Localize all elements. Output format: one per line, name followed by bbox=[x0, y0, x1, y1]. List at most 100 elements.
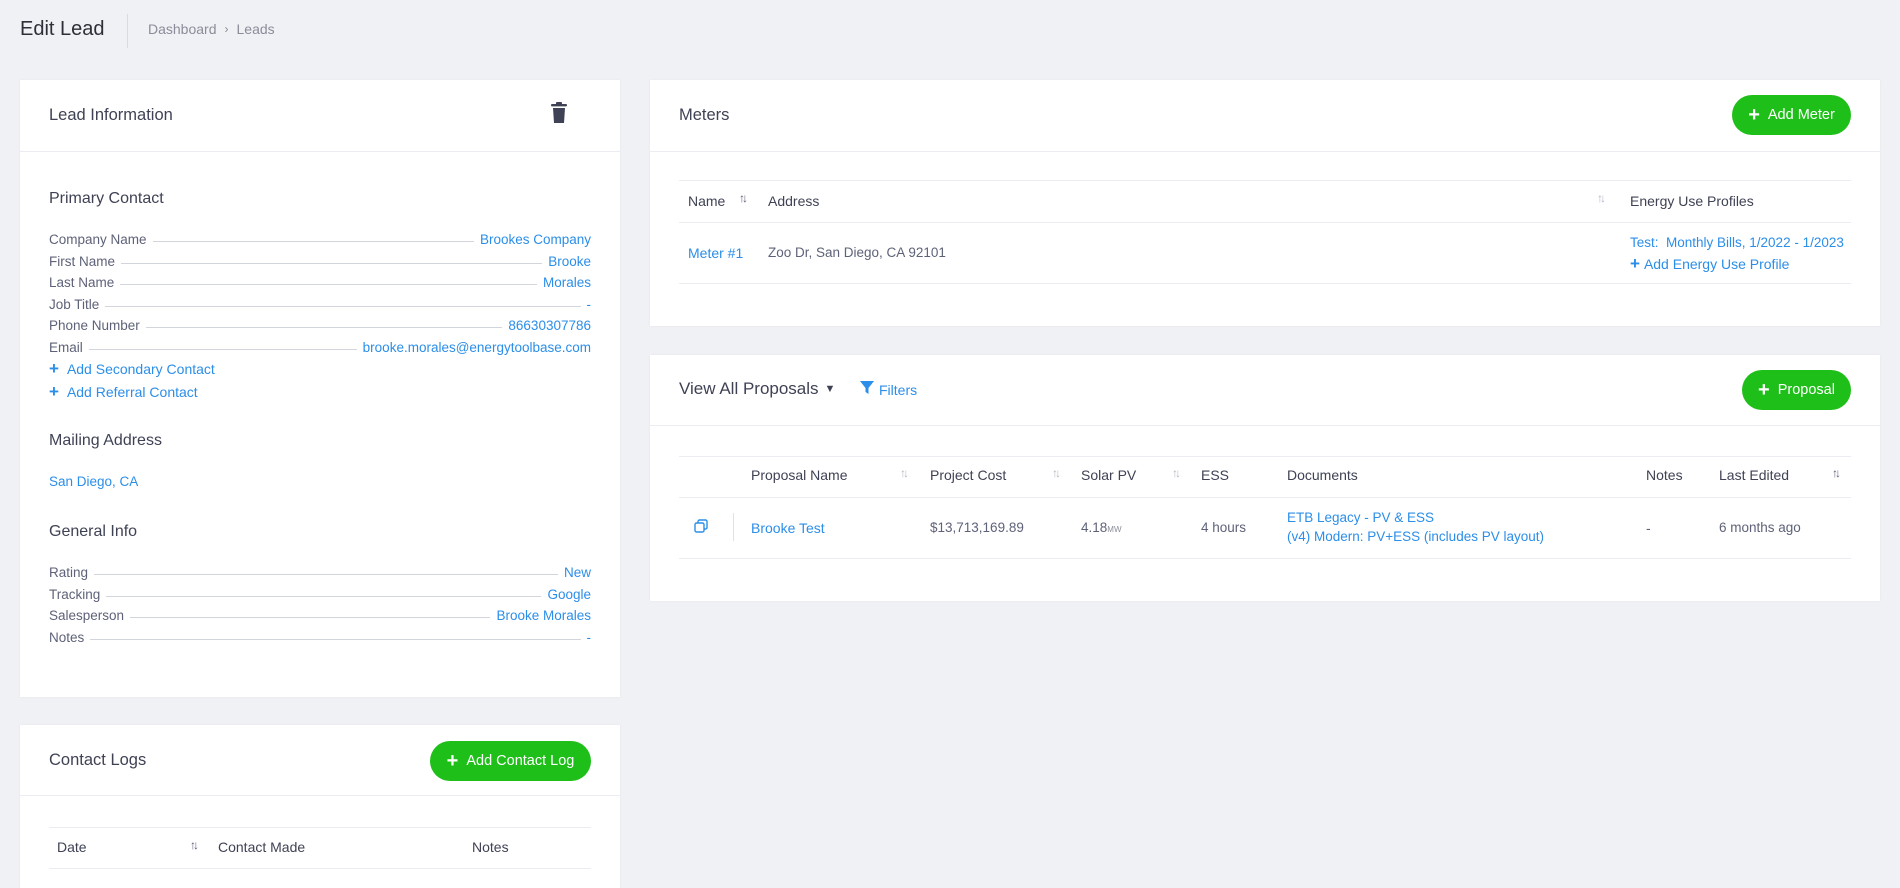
field-notes: Notes - bbox=[49, 628, 591, 646]
column-name[interactable]: Name bbox=[688, 193, 725, 209]
document-link[interactable]: ETB Legacy - PV & ESS bbox=[1287, 510, 1434, 525]
contact-logs-header: Contact Logs + Add Contact Log bbox=[20, 725, 620, 796]
field-label: First Name bbox=[49, 253, 116, 269]
field-email: Email brooke.morales@energytoolbase.com bbox=[49, 338, 591, 356]
proposal-solar-pv: 4.18MW bbox=[1081, 520, 1122, 535]
proposal-notes: - bbox=[1646, 520, 1651, 536]
title-divider bbox=[127, 14, 128, 48]
field-first-name: First Name Brooke bbox=[49, 252, 591, 270]
filters-button[interactable]: Filters bbox=[860, 381, 917, 398]
breadcrumb-dashboard[interactable]: Dashboard bbox=[148, 21, 217, 37]
column-notes: Notes bbox=[472, 839, 509, 855]
breadcrumb-leads[interactable]: Leads bbox=[237, 21, 275, 37]
add-referral-contact-link[interactable]: + Add Referral Contact bbox=[49, 382, 198, 402]
column-solar-pv[interactable]: Solar PV bbox=[1081, 467, 1136, 483]
view-all-proposals-dropdown[interactable]: View All Proposals ▼ bbox=[679, 379, 835, 399]
sort-icon[interactable]: ↑↓ bbox=[739, 191, 748, 205]
row-divider bbox=[733, 513, 734, 541]
meters-card: Meters + Add Meter Name ↑↓ Address ↑↓ Ene… bbox=[650, 80, 1880, 326]
column-last-edited[interactable]: Last Edited bbox=[1719, 467, 1789, 483]
add-contact-log-button[interactable]: + Add Contact Log bbox=[430, 741, 591, 781]
field-label: Rating bbox=[49, 564, 89, 580]
general-info-title: General Info bbox=[49, 523, 138, 540]
caret-down-icon: ▼ bbox=[824, 383, 836, 395]
page-title: Edit Lead bbox=[20, 18, 105, 40]
add-secondary-contact-link[interactable]: + Add Secondary Contact bbox=[49, 359, 215, 379]
meters-header: Meters + Add Meter bbox=[650, 80, 1880, 152]
field-company-name: Company Name Brookes Company bbox=[49, 230, 591, 248]
field-phone-number: Phone Number 86630307786 bbox=[49, 316, 591, 334]
field-value[interactable]: - bbox=[587, 630, 592, 645]
proposal-last-edited: 6 months ago bbox=[1719, 520, 1801, 535]
field-value[interactable]: Brookes Company bbox=[480, 232, 591, 247]
proposal-name-link[interactable]: Brooke Test bbox=[751, 520, 825, 536]
field-value[interactable]: Google bbox=[547, 587, 591, 602]
primary-contact-title: Primary Contact bbox=[49, 190, 164, 207]
plus-icon: + bbox=[1630, 254, 1640, 273]
meter-name-link[interactable]: Meter #1 bbox=[688, 245, 743, 261]
column-project-cost[interactable]: Project Cost bbox=[930, 467, 1006, 483]
plus-icon: + bbox=[446, 750, 459, 772]
sort-icon[interactable]: ↑↓ bbox=[190, 838, 199, 852]
energy-profile-link[interactable]: Test: Monthly Bills, 1/2022 - 1/2023 bbox=[1630, 235, 1844, 250]
contact-logs-title: Contact Logs bbox=[49, 751, 147, 769]
column-notes: Notes bbox=[1646, 467, 1683, 483]
column-energy-use-profiles: Energy Use Profiles bbox=[1630, 193, 1754, 209]
field-label: Notes bbox=[49, 629, 85, 645]
sort-icon[interactable]: ↑↓ bbox=[1172, 466, 1181, 480]
column-proposal-name[interactable]: Proposal Name bbox=[751, 467, 848, 483]
column-address[interactable]: Address bbox=[768, 193, 819, 209]
add-proposal-button[interactable]: + Proposal bbox=[1742, 370, 1851, 410]
plus-icon: + bbox=[1748, 104, 1760, 126]
field-tracking: Tracking Google bbox=[49, 585, 591, 603]
field-value[interactable]: Brooke Morales bbox=[496, 608, 591, 623]
field-job-title: Job Title - bbox=[49, 295, 591, 313]
field-last-name: Last Name Morales bbox=[49, 273, 591, 291]
sort-icon[interactable]: ↑↓ bbox=[1052, 466, 1061, 480]
top-bar: Edit Lead Dashboard › Leads bbox=[0, 0, 1900, 60]
filter-icon bbox=[860, 381, 874, 398]
sort-icon[interactable]: ↑↓ bbox=[1832, 466, 1841, 480]
column-contact-made: Contact Made bbox=[218, 839, 306, 855]
proposal-ess: 4 hours bbox=[1201, 520, 1247, 535]
lead-information-header: Lead Information bbox=[20, 80, 620, 152]
plus-icon: + bbox=[49, 382, 59, 401]
sort-icon[interactable]: ↑↓ bbox=[1597, 191, 1606, 205]
field-value[interactable]: Morales bbox=[543, 275, 591, 290]
field-label: Salesperson bbox=[49, 607, 125, 623]
copy-icon[interactable] bbox=[694, 519, 708, 538]
meter-address: Zoo Dr, San Diego, CA 92101 bbox=[768, 245, 946, 260]
contact-logs-card: Contact Logs + Add Contact Log Date ↑↓ Co… bbox=[20, 725, 620, 888]
add-energy-use-profile-link[interactable]: + Add Energy Use Profile bbox=[1630, 254, 1789, 274]
chevron-right-icon: › bbox=[224, 22, 229, 36]
lead-information-card: Lead Information Primary Contact Company… bbox=[20, 80, 620, 697]
plus-icon: + bbox=[49, 359, 59, 378]
field-label: Company Name bbox=[49, 231, 147, 247]
field-label: Tracking bbox=[49, 586, 101, 602]
mailing-address-title: Mailing Address bbox=[49, 432, 162, 449]
plus-icon: + bbox=[1758, 379, 1770, 401]
field-rating: Rating New bbox=[49, 563, 591, 581]
field-label: Email bbox=[49, 339, 83, 355]
field-label: Phone Number bbox=[49, 317, 140, 333]
field-salesperson: Salesperson Brooke Morales bbox=[49, 606, 591, 624]
mailing-address-value[interactable]: San Diego, CA bbox=[49, 474, 138, 489]
proposals-card: View All Proposals ▼ Filters + Proposal P… bbox=[650, 355, 1880, 601]
sort-icon[interactable]: ↑↓ bbox=[900, 466, 909, 480]
lead-information-title: Lead Information bbox=[49, 106, 173, 124]
field-value[interactable]: Brooke bbox=[548, 254, 591, 269]
add-meter-button[interactable]: + Add Meter bbox=[1732, 95, 1851, 135]
document-link[interactable]: (v4) Modern: PV+ESS (includes PV layout) bbox=[1287, 529, 1544, 544]
field-label: Last Name bbox=[49, 274, 115, 290]
field-value[interactable]: - bbox=[587, 297, 592, 312]
column-date[interactable]: Date bbox=[57, 839, 87, 855]
proposals-header: View All Proposals ▼ Filters + Proposal bbox=[650, 355, 1880, 426]
field-value[interactable]: 86630307786 bbox=[508, 318, 591, 333]
meters-title: Meters bbox=[679, 106, 730, 124]
field-value[interactable]: New bbox=[564, 565, 591, 580]
field-value[interactable]: brooke.morales@energytoolbase.com bbox=[363, 340, 591, 355]
trash-icon[interactable] bbox=[550, 102, 568, 124]
proposal-cost: $13,713,169.89 bbox=[930, 520, 1024, 535]
column-ess: ESS bbox=[1201, 467, 1230, 483]
field-label: Job Title bbox=[49, 296, 100, 312]
